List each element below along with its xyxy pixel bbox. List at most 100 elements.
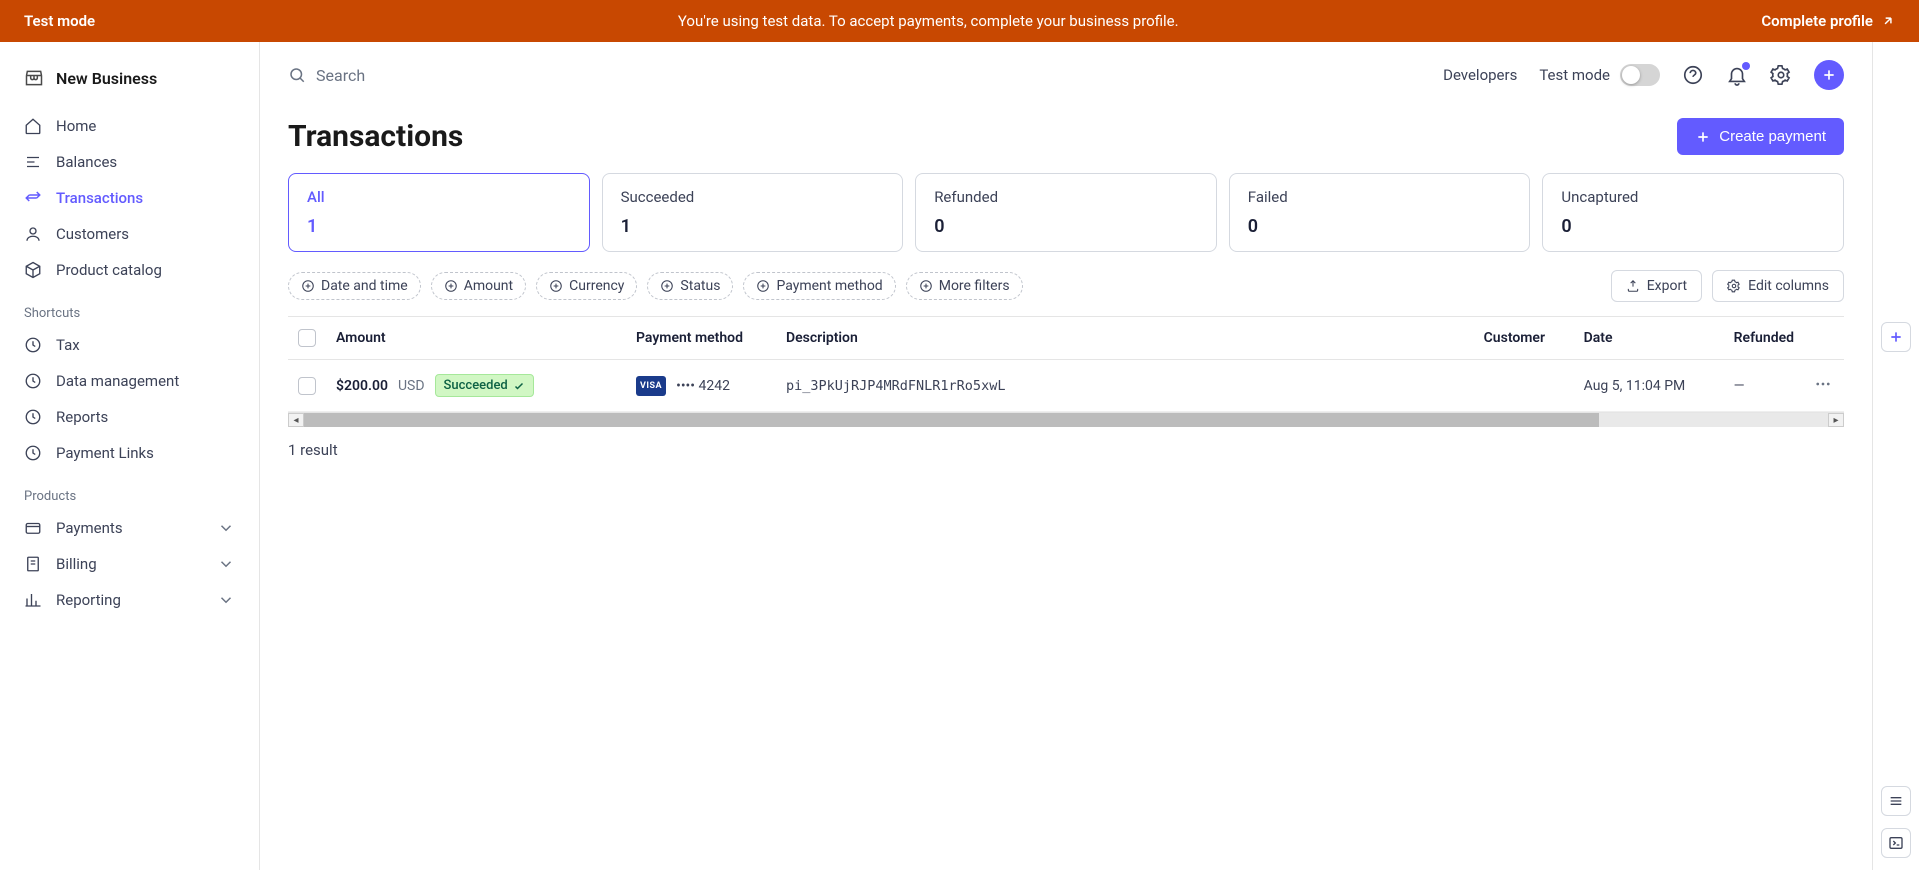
chart-icon xyxy=(24,591,42,609)
scroll-thumb[interactable] xyxy=(304,413,1599,427)
receipt-icon xyxy=(24,555,42,573)
filter-label: Date and time xyxy=(321,278,408,294)
gear-icon xyxy=(1770,64,1792,86)
wallet-icon xyxy=(24,519,42,537)
description-value: pi_3PkUjRJP4MRdFNLR1rRo5xwL xyxy=(786,378,1005,394)
select-all-checkbox[interactable] xyxy=(298,329,316,347)
search-placeholder: Search xyxy=(316,66,365,85)
rail-add-button[interactable] xyxy=(1881,322,1911,352)
scroll-right-button[interactable]: ▸ xyxy=(1828,413,1844,427)
edit-columns-button[interactable]: Edit columns xyxy=(1712,270,1844,302)
nav-product-catalog[interactable]: Product catalog xyxy=(0,252,259,288)
transactions-table-scroll[interactable]: Amount Payment method Description Custom… xyxy=(288,316,1844,413)
nav-label: Data management xyxy=(56,372,179,390)
stat-card-failed[interactable]: Failed 0 xyxy=(1229,173,1531,252)
export-label: Export xyxy=(1647,278,1687,294)
check-icon xyxy=(513,380,525,392)
create-payment-label: Create payment xyxy=(1719,128,1826,145)
nav-label: Transactions xyxy=(56,189,143,207)
col-description[interactable]: Description xyxy=(776,317,1474,360)
rail-terminal-button[interactable] xyxy=(1881,828,1911,858)
nav-label: Customers xyxy=(56,225,129,243)
col-refunded[interactable]: Refunded xyxy=(1724,317,1804,360)
stat-value: 0 xyxy=(1561,216,1825,237)
nav-balances[interactable]: Balances xyxy=(0,144,259,180)
nav-label: Payments xyxy=(56,519,123,537)
shortcuts-section-label: Shortcuts xyxy=(0,288,259,327)
row-actions-button[interactable] xyxy=(1804,360,1844,412)
nav-customers[interactable]: Customers xyxy=(0,216,259,252)
nav-data-management[interactable]: Data management xyxy=(0,363,259,399)
help-button[interactable] xyxy=(1682,64,1704,86)
export-button[interactable]: Export xyxy=(1611,270,1702,302)
nav-home[interactable]: Home xyxy=(0,108,259,144)
filter-status[interactable]: Status xyxy=(647,272,733,300)
complete-profile-link[interactable]: Complete profile xyxy=(1761,12,1895,30)
filters-row: Date and time Amount Currency Status Pay… xyxy=(260,270,1872,316)
box-icon xyxy=(24,261,42,279)
topbar: Search Developers Test mode xyxy=(260,42,1872,100)
home-icon xyxy=(24,117,42,135)
scroll-track[interactable] xyxy=(304,413,1828,427)
filter-label: More filters xyxy=(939,278,1010,294)
nav-label: Home xyxy=(56,117,96,135)
plus-circle-icon xyxy=(301,279,315,293)
horizontal-scrollbar[interactable]: ◂ ▸ xyxy=(288,413,1844,427)
nav-billing[interactable]: Billing xyxy=(0,546,259,582)
row-checkbox[interactable] xyxy=(298,377,316,395)
status-label: Succeeded xyxy=(444,378,508,393)
plus-circle-icon xyxy=(919,279,933,293)
filter-date[interactable]: Date and time xyxy=(288,272,421,300)
filter-currency[interactable]: Currency xyxy=(536,272,637,300)
filter-more[interactable]: More filters xyxy=(906,272,1023,300)
nav-label: Reports xyxy=(56,408,108,426)
test-mode-label: Test mode xyxy=(1539,66,1610,84)
col-customer[interactable]: Customer xyxy=(1474,317,1574,360)
rail-menu-button[interactable] xyxy=(1881,786,1911,816)
nav-payment-links[interactable]: Payment Links xyxy=(0,435,259,471)
col-amount[interactable]: Amount xyxy=(326,317,626,360)
status-badge: Succeeded xyxy=(435,374,534,397)
business-switcher[interactable]: New Business xyxy=(0,58,259,108)
scroll-left-button[interactable]: ◂ xyxy=(288,413,304,427)
quick-create-button[interactable] xyxy=(1814,60,1844,90)
filter-amount[interactable]: Amount xyxy=(431,272,526,300)
banner-message: You're using test data. To accept paymen… xyxy=(95,12,1761,30)
refunded-value: — xyxy=(1734,378,1745,394)
nav-transactions[interactable]: Transactions xyxy=(0,180,259,216)
stat-card-uncaptured[interactable]: Uncaptured 0 xyxy=(1542,173,1844,252)
clock-icon xyxy=(24,408,42,426)
developers-link[interactable]: Developers xyxy=(1443,66,1517,84)
right-rail xyxy=(1873,42,1919,870)
table-row[interactable]: $200.00 USD Succeeded VISA xyxy=(288,360,1844,412)
chevron-down-icon xyxy=(217,555,235,573)
search-icon xyxy=(288,66,306,84)
stat-label: Uncaptured xyxy=(1561,188,1825,206)
test-mode-banner: Test mode You're using test data. To acc… xyxy=(0,0,1919,42)
nav-payments[interactable]: Payments xyxy=(0,510,259,546)
col-payment-method[interactable]: Payment method xyxy=(626,317,776,360)
nav-reporting[interactable]: Reporting xyxy=(0,582,259,618)
stat-label: Succeeded xyxy=(621,188,885,206)
test-mode-switch[interactable] xyxy=(1620,64,1660,86)
filter-payment-method[interactable]: Payment method xyxy=(743,272,895,300)
more-horizontal-icon xyxy=(1814,375,1832,393)
card-last4: •••• 4242 xyxy=(676,378,730,394)
search-input[interactable]: Search xyxy=(288,66,1423,85)
plus-circle-icon xyxy=(444,279,458,293)
create-payment-button[interactable]: Create payment xyxy=(1677,118,1844,155)
settings-button[interactable] xyxy=(1770,64,1792,86)
plus-icon xyxy=(1695,129,1711,145)
stat-card-succeeded[interactable]: Succeeded 1 xyxy=(602,173,904,252)
amount-value: $200.00 xyxy=(336,378,388,394)
nav-tax[interactable]: Tax xyxy=(0,327,259,363)
stat-card-refunded[interactable]: Refunded 0 xyxy=(915,173,1217,252)
col-date[interactable]: Date xyxy=(1574,317,1724,360)
clock-icon xyxy=(24,336,42,354)
gear-icon xyxy=(1727,279,1741,293)
stat-label: Refunded xyxy=(934,188,1198,206)
notifications-button[interactable] xyxy=(1726,64,1748,86)
currency-value: USD xyxy=(398,378,425,394)
nav-reports[interactable]: Reports xyxy=(0,399,259,435)
stat-card-all[interactable]: All 1 xyxy=(288,173,590,252)
